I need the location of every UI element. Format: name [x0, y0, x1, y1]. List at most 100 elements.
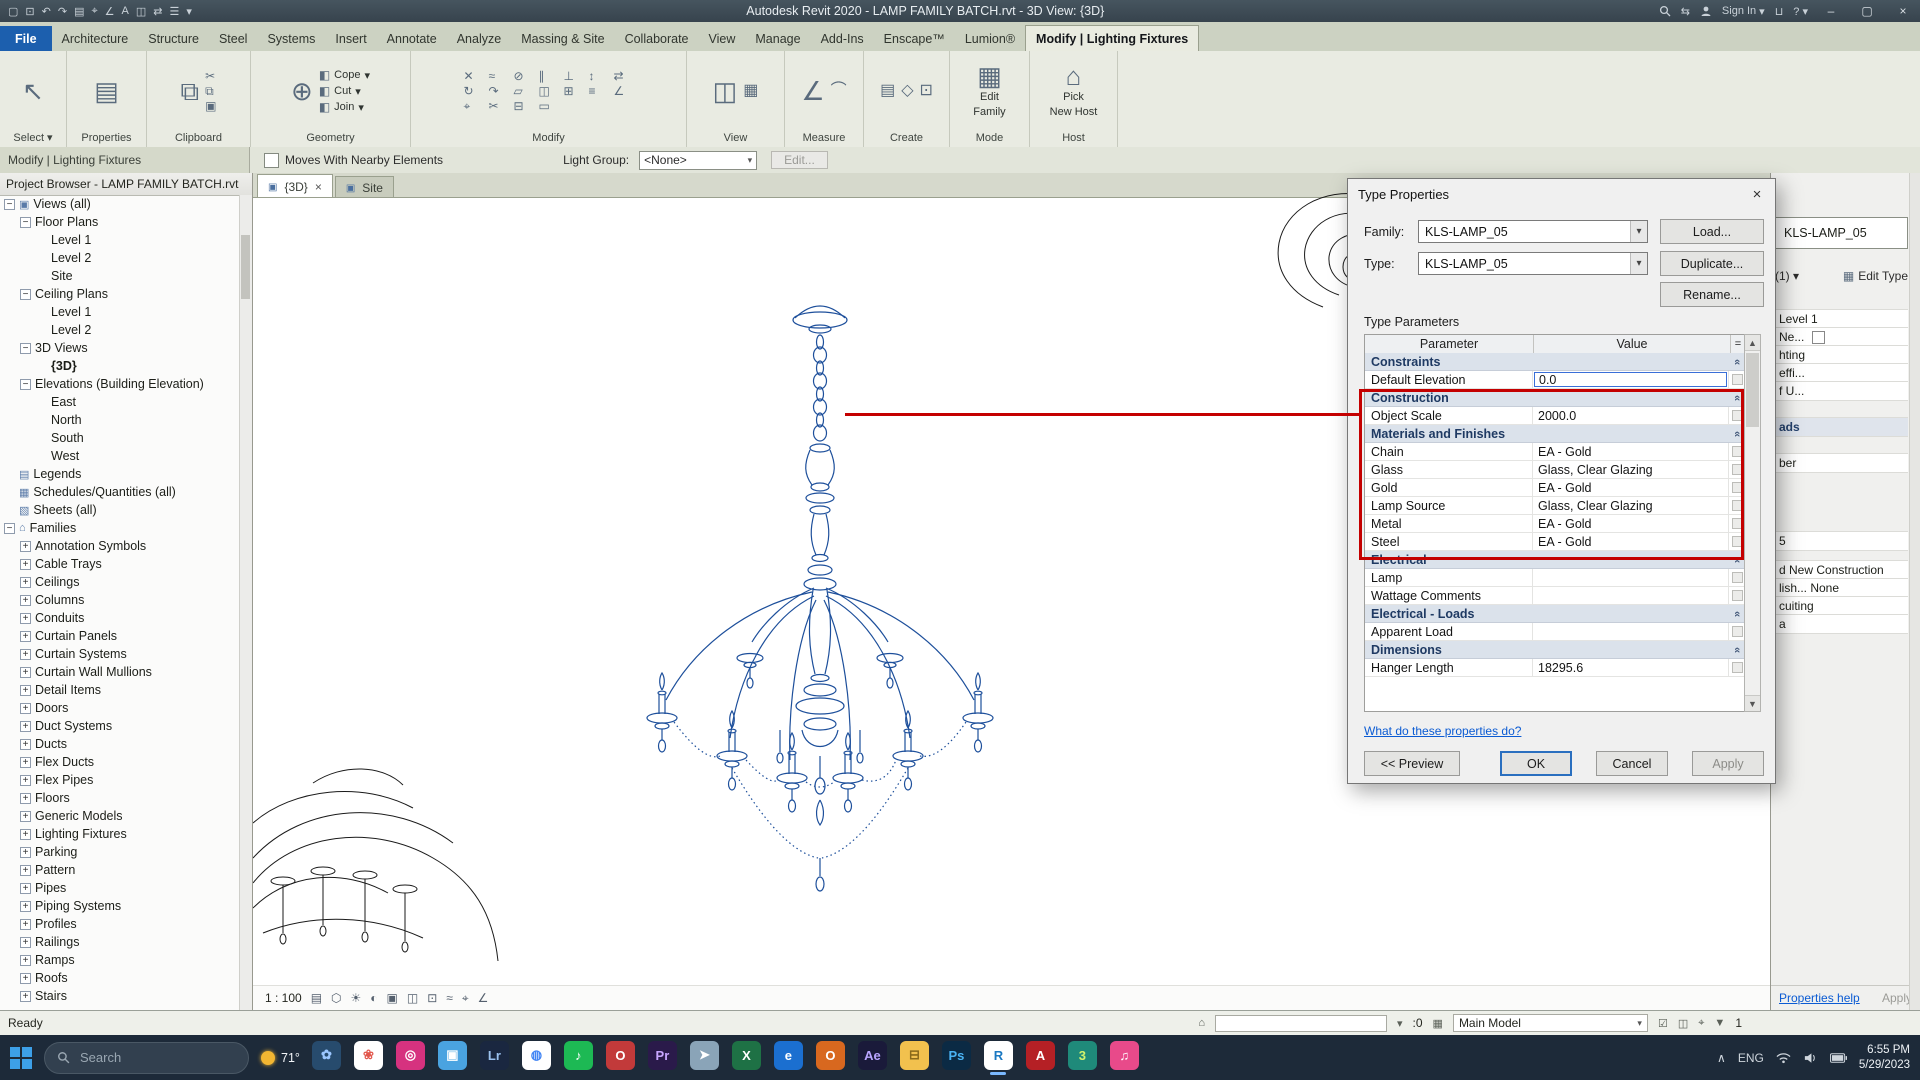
expand-icon[interactable]: + — [20, 846, 31, 858]
open-icon[interactable]: ▢ — [8, 5, 18, 18]
detail-level-icon[interactable]: ▤ — [311, 991, 322, 1006]
parameter-value[interactable] — [1533, 587, 1729, 604]
collapse-icon[interactable]: − — [20, 288, 31, 300]
expand-icon[interactable]: + — [20, 972, 31, 984]
temporary-hide-icon[interactable]: ⊡ — [427, 991, 437, 1006]
chevron-down-icon[interactable]: ▾ — [1630, 221, 1647, 242]
associate-parameter-button[interactable] — [1731, 662, 1743, 673]
worksets-field[interactable] — [1214, 1014, 1387, 1032]
tree-item-legends[interactable]: ▤ Legends — [0, 465, 240, 483]
ribbon-tab-insert[interactable]: Insert — [325, 26, 376, 51]
select-links-icon[interactable]: ⌖ — [1698, 1017, 1704, 1030]
app-store-icon[interactable]: ⊔ — [1775, 5, 1784, 18]
properties-doc-link[interactable]: What do these properties do? — [1364, 724, 1521, 738]
start-button[interactable] — [10, 1046, 32, 1069]
ribbon-tab-collaborate[interactable]: Collaborate — [615, 26, 699, 51]
properties-icon[interactable]: ▤ — [94, 78, 119, 104]
constraints-icon[interactable]: ∠ — [478, 991, 489, 1006]
expand-icon[interactable]: + — [20, 936, 31, 948]
moves-with-nearby-checkbox[interactable] — [264, 152, 279, 168]
search-input[interactable] — [78, 1049, 212, 1066]
view-templates-icon[interactable]: ◫ — [713, 78, 738, 104]
filter-icon[interactable]: ▼ — [1714, 1017, 1725, 1029]
help-icon[interactable]: ? ▾ — [1793, 5, 1808, 18]
modify-tool-13-icon[interactable]: ∠ — [614, 85, 634, 97]
shadows-icon[interactable]: ◐ — [370, 991, 377, 1006]
expand-icon[interactable]: + — [20, 810, 31, 822]
ribbon-tab-structure[interactable]: Structure — [138, 26, 209, 51]
parameters-scrollbar[interactable]: ▲ ▼ — [1744, 334, 1761, 712]
expand-icon[interactable]: + — [20, 738, 31, 750]
taskbar-app-photos[interactable]: ❀ — [353, 1040, 383, 1075]
project-browser-scrollbar[interactable] — [239, 195, 252, 1010]
parameter-value[interactable] — [1533, 623, 1729, 640]
ribbon-tab-lumion[interactable]: Lumion® — [955, 26, 1025, 51]
associate-parameter-button[interactable] — [1731, 572, 1743, 583]
collapse-icon[interactable]: − — [20, 378, 31, 390]
view-tab-site[interactable]: ▣ Site — [334, 176, 394, 197]
modify-tool-1-icon[interactable]: ≈ — [489, 70, 509, 82]
undo-icon[interactable]: ↶ — [42, 5, 51, 18]
redo-icon[interactable]: ↷ — [58, 5, 67, 18]
parameter-group-electrical-loads[interactable]: Electrical - Loads « — [1365, 605, 1745, 623]
section-icon[interactable]: ⇄ — [153, 5, 162, 18]
tree-item-ducts[interactable]: + Ducts — [0, 735, 240, 753]
reveal-hidden-icon[interactable]: ≈ — [446, 991, 453, 1006]
properties-help-link[interactable]: Properties help — [1779, 991, 1860, 1005]
taskbar-app-excel[interactable]: X — [731, 1040, 761, 1075]
parameter-column-header[interactable]: Parameter — [1365, 335, 1534, 353]
tree-item-flex-pipes[interactable]: + Flex Pipes — [0, 771, 240, 789]
measure-icon[interactable]: ∠ — [801, 78, 824, 104]
tree-item-profiles[interactable]: + Profiles — [0, 915, 240, 933]
ok-button[interactable]: OK — [1500, 751, 1572, 776]
parameter-value[interactable]: 0.0 — [1533, 371, 1729, 388]
palette-type-selector[interactable]: KLS-LAMP_05 — [1775, 217, 1908, 249]
taskbar-app-chrome[interactable]: ◍ — [521, 1040, 551, 1075]
taskbar-app-instagram[interactable]: ◎ — [395, 1040, 425, 1075]
expand-icon[interactable]: + — [20, 918, 31, 930]
preview-button[interactable]: << Preview — [1364, 751, 1460, 776]
collapse-group-icon[interactable]: « — [1731, 359, 1743, 365]
tree-item-ramps[interactable]: + Ramps — [0, 951, 240, 969]
tree-item-north[interactable]: North — [0, 411, 240, 429]
parameter-group-dimensions[interactable]: Dimensions « — [1365, 641, 1745, 659]
ribbon-tab-architecture[interactable]: Architecture — [52, 26, 139, 51]
palette-scrollbar[interactable] — [1909, 173, 1920, 1010]
tree-item-piping-systems[interactable]: + Piping Systems — [0, 897, 240, 915]
ribbon-tab-modify-lighting-fixtures[interactable]: Modify | Lighting Fixtures — [1025, 25, 1200, 51]
ribbon-tab-enscape[interactable]: Enscape™ — [874, 26, 955, 51]
modify-tool-8-icon[interactable]: ↷ — [489, 85, 509, 97]
tree-item-west[interactable]: West — [0, 447, 240, 465]
expand-icon[interactable]: + — [20, 900, 31, 912]
tree-item-curtain-wall-mullions[interactable]: + Curtain Wall Mullions — [0, 663, 240, 681]
expand-icon[interactable]: + — [20, 702, 31, 714]
tree-item-duct-systems[interactable]: + Duct Systems — [0, 717, 240, 735]
chandelier-wireframe-drawing[interactable] — [600, 290, 1040, 970]
tree-item-south[interactable]: South — [0, 429, 240, 447]
light-group-edit-button[interactable]: Edit... — [771, 151, 828, 169]
3d-view-icon[interactable]: ◫ — [136, 5, 146, 18]
tree-item-schedules-quantities-all[interactable]: ▦ Schedules/Quantities (all) — [0, 483, 240, 501]
crop-view-icon[interactable]: ▣ — [387, 991, 398, 1006]
value-edit-input[interactable]: 0.0 — [1534, 372, 1727, 387]
collapse-icon[interactable]: − — [4, 522, 15, 534]
thin-lines-icon[interactable]: ☰ — [170, 5, 180, 18]
taskbar-app-revit[interactable]: R — [983, 1040, 1013, 1075]
tree-item-3d[interactable]: {3D} — [0, 357, 240, 375]
collapse-group-icon[interactable]: « — [1731, 647, 1743, 653]
expand-icon[interactable]: + — [20, 648, 31, 660]
expand-icon[interactable]: + — [20, 828, 31, 840]
ribbon-tab-steel[interactable]: Steel — [209, 26, 258, 51]
taskbar-app-telegram[interactable]: ➤ — [689, 1040, 719, 1075]
user-icon[interactable] — [1700, 5, 1712, 17]
tree-item-level-1[interactable]: Level 1 — [0, 231, 240, 249]
save-icon[interactable]: ⊡ — [25, 5, 34, 18]
ribbon-tab-add-ins[interactable]: Add-Ins — [811, 26, 874, 51]
modify-tool-17-icon[interactable]: ▭ — [539, 100, 559, 112]
tree-item-ceiling-plans[interactable]: − Ceiling Plans — [0, 285, 240, 303]
modify-tool-9-icon[interactable]: ▱ — [514, 85, 534, 97]
taskbar-app-after-effects[interactable]: Ae — [857, 1040, 887, 1075]
expand-icon[interactable]: + — [20, 612, 31, 624]
checkbox[interactable] — [1812, 330, 1826, 344]
collapse-icon[interactable]: − — [4, 198, 15, 210]
